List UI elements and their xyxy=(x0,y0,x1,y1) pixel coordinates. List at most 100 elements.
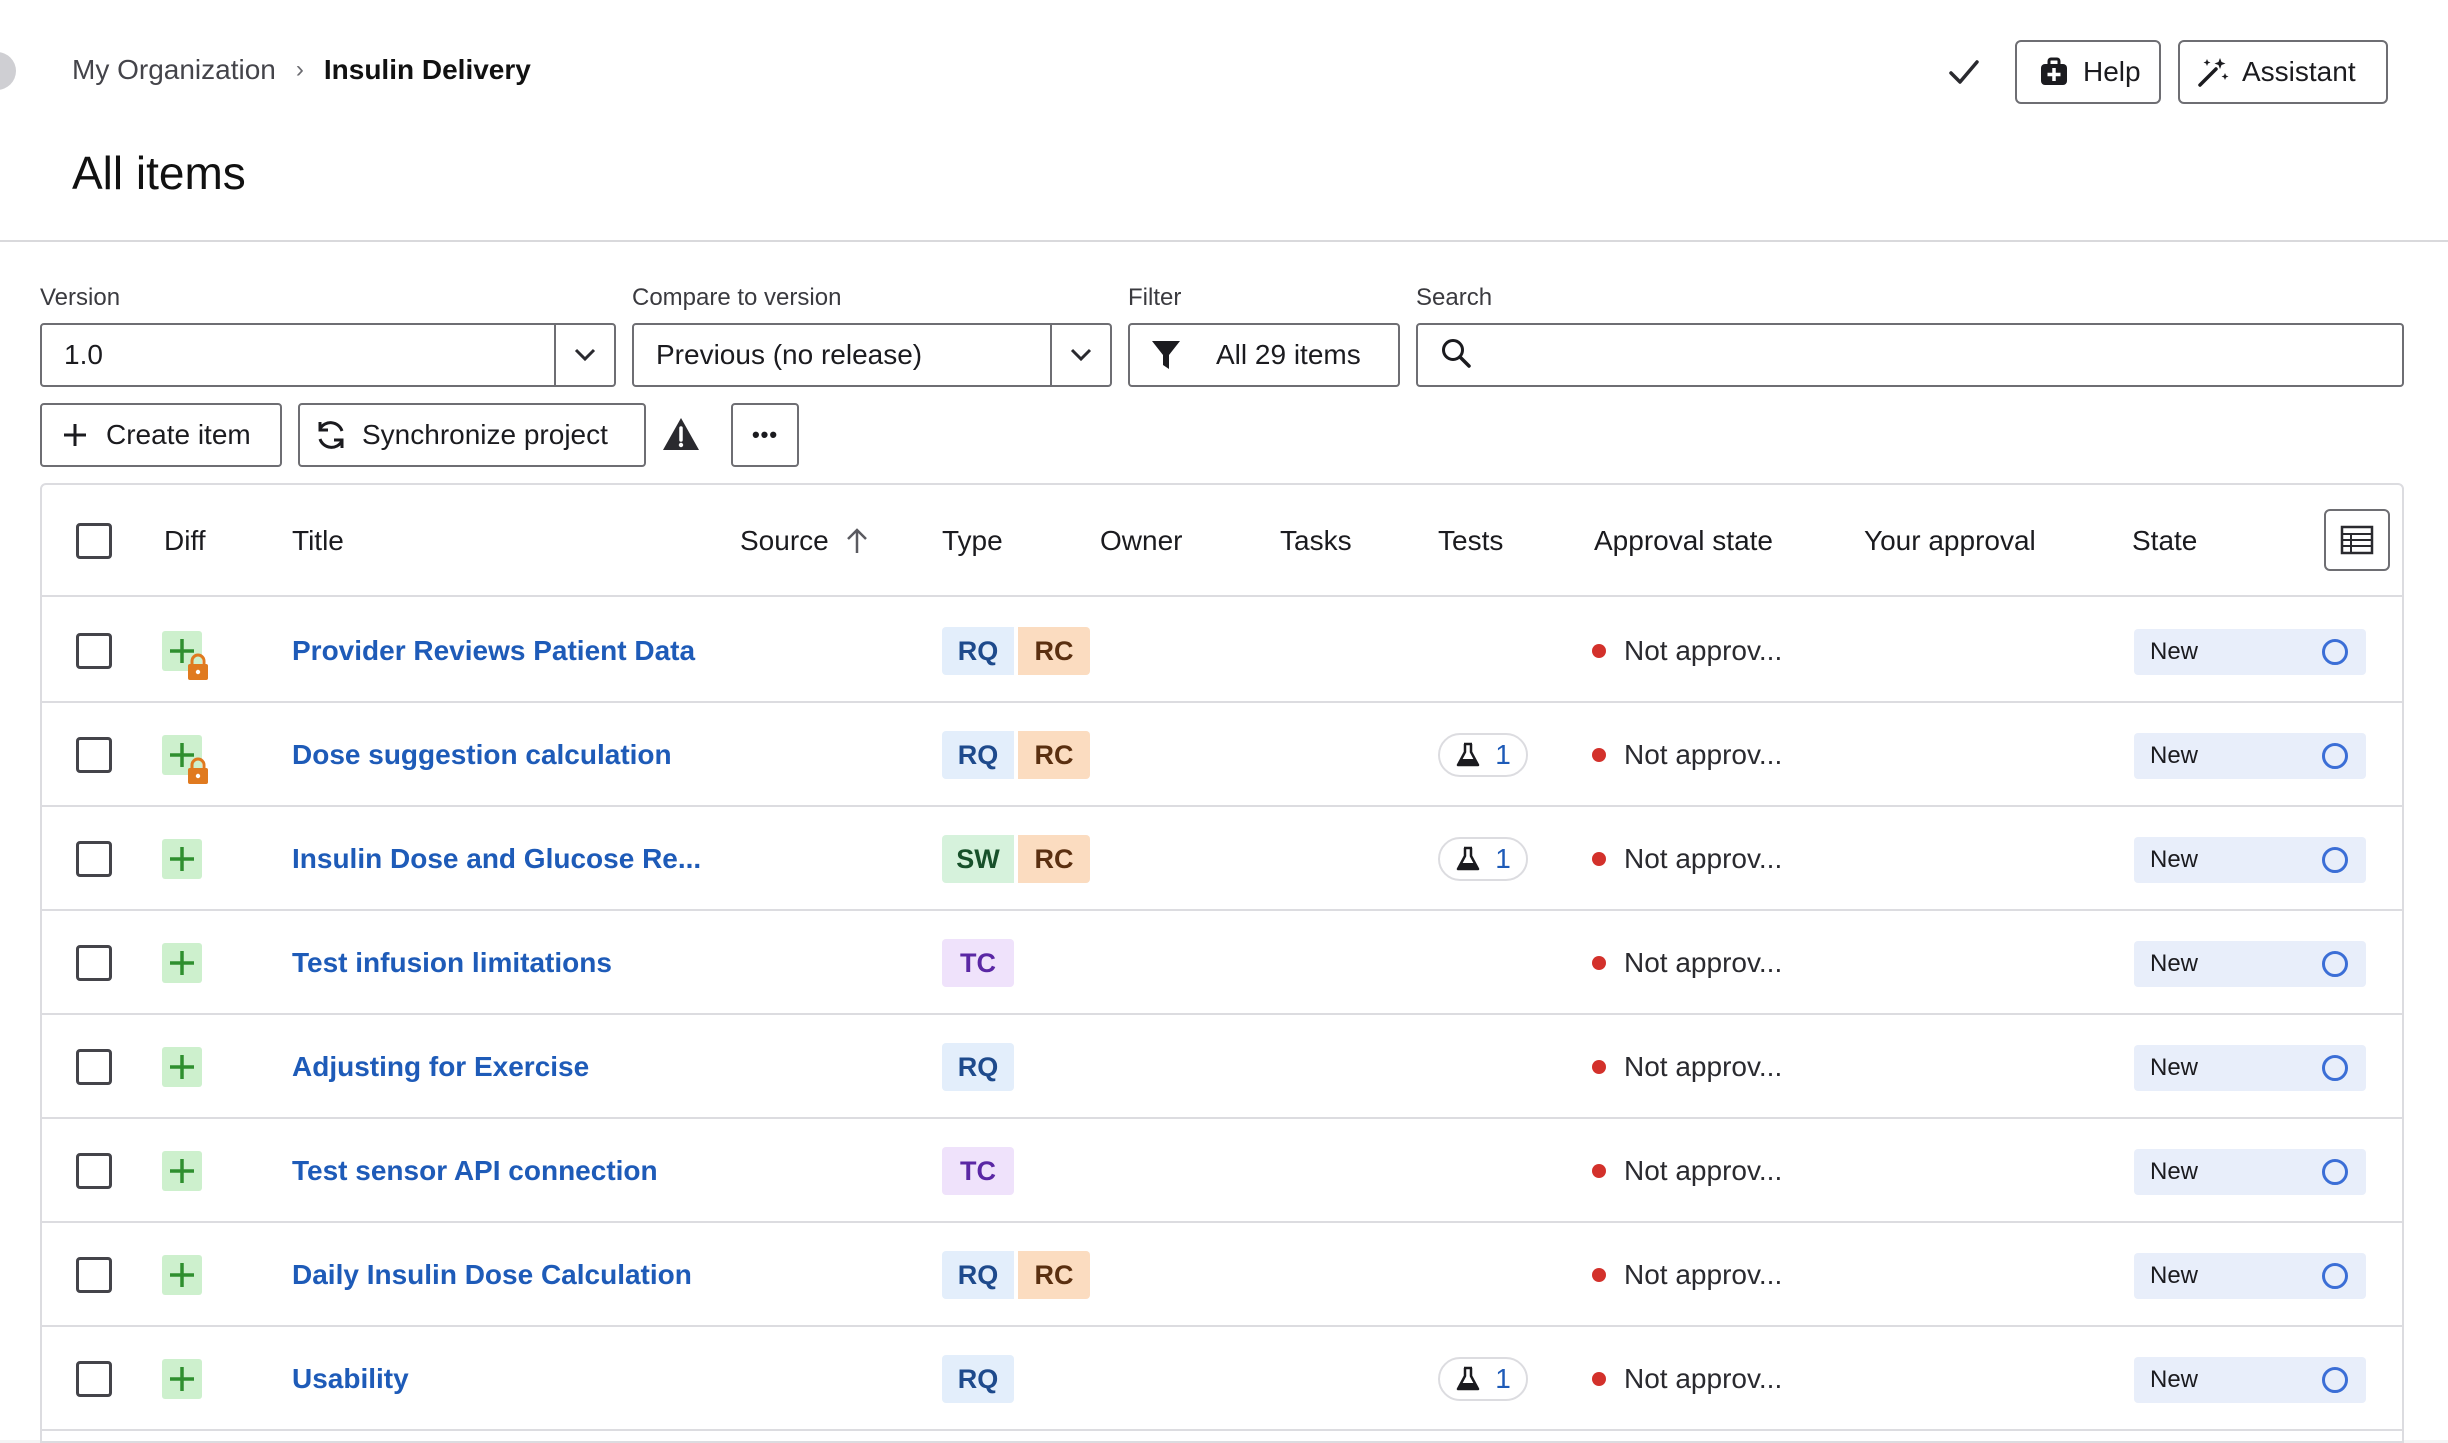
search-input[interactable] xyxy=(1488,325,2402,385)
create-item-button[interactable]: Create item xyxy=(40,403,282,467)
page-title: All items xyxy=(72,147,246,199)
approval-text: Not approv... xyxy=(1624,739,1783,770)
item-title-link[interactable]: Usability xyxy=(292,1327,409,1431)
state-badge[interactable]: New xyxy=(2134,837,2366,883)
row-checkbox[interactable] xyxy=(76,1049,112,1085)
chevron-down-icon[interactable] xyxy=(554,325,614,385)
assistant-button[interactable]: Assistant xyxy=(2178,40,2388,104)
item-types: RQ RC xyxy=(942,731,1090,779)
tests-badge[interactable]: 1 xyxy=(1438,733,1528,777)
column-title[interactable]: Title xyxy=(292,485,344,597)
status-dot xyxy=(1592,956,1606,970)
version-value: 1.0 xyxy=(64,339,103,370)
approval-state: Not approv... xyxy=(1592,1015,1782,1119)
column-state[interactable]: State xyxy=(2132,485,2197,597)
column-diff[interactable]: Diff xyxy=(164,485,206,597)
row-checkbox[interactable] xyxy=(76,945,112,981)
assistant-label: Assistant xyxy=(2242,56,2356,87)
compare-label: Compare to version xyxy=(632,284,842,311)
state-badge[interactable]: New xyxy=(2134,941,2366,987)
state-badge[interactable]: New xyxy=(2134,733,2366,779)
column-tests[interactable]: Tests xyxy=(1438,485,1503,597)
table-row[interactable]: Dose suggestion calculation RQ RC 1 Not appr… xyxy=(42,703,2402,807)
table-row[interactable]: Test sensor API connection TC Not approv..… xyxy=(42,1119,2402,1223)
column-owner[interactable]: Owner xyxy=(1100,485,1182,597)
synchronize-project-label: Synchronize project xyxy=(362,419,608,450)
state-text: New xyxy=(2150,846,2199,873)
select-all-checkbox[interactable] xyxy=(76,523,112,559)
more-actions-button[interactable]: ••• xyxy=(731,403,799,467)
status-dot xyxy=(1592,1164,1606,1178)
row-checkbox[interactable] xyxy=(76,737,112,773)
version-label: Version xyxy=(40,284,121,311)
help-label: Help xyxy=(2083,56,2141,87)
state-badge[interactable]: New xyxy=(2134,1253,2366,1299)
approval-state: Not approv... xyxy=(1592,1119,1782,1223)
item-title-link[interactable]: Insulin Dose and Glucose Re... xyxy=(292,807,701,911)
table-row[interactable]: Daily Insulin Dose Calculation RQ RC Not ap… xyxy=(42,1223,2402,1327)
item-types: RQ xyxy=(942,1043,1014,1091)
table-settings-icon[interactable] xyxy=(2324,509,2390,571)
column-type[interactable]: Type xyxy=(942,485,1003,597)
state-badge[interactable]: New xyxy=(2134,629,2366,675)
approval-text: Not approv... xyxy=(1624,1363,1783,1394)
item-title-link[interactable]: Test sensor API connection xyxy=(292,1119,658,1223)
row-checkbox[interactable] xyxy=(76,1257,112,1293)
row-checkbox[interactable] xyxy=(76,1361,112,1397)
approval-state: Not approv... xyxy=(1592,1223,1782,1327)
row-checkbox[interactable] xyxy=(76,633,112,669)
filter-button[interactable]: All 29 items xyxy=(1128,323,1400,387)
state-badge[interactable]: New xyxy=(2134,1357,2366,1403)
row-checkbox[interactable] xyxy=(76,1153,112,1189)
table-row[interactable]: Adjusting for Exercise RQ Not approv... New xyxy=(42,1015,2402,1119)
warning-icon[interactable] xyxy=(662,416,700,454)
check-icon[interactable] xyxy=(1944,50,1984,94)
item-types: TC xyxy=(942,939,1014,987)
compare-value: Previous (no release) xyxy=(656,339,923,370)
state-text: New xyxy=(2150,742,2199,769)
status-dot xyxy=(1592,644,1606,658)
breadcrumb-org[interactable]: My Organization xyxy=(72,54,276,86)
version-select[interactable]: 1.0 xyxy=(40,323,616,387)
status-dot xyxy=(1592,1060,1606,1074)
tests-badge[interactable]: 1 xyxy=(1438,1357,1528,1401)
breadcrumb-separator: › xyxy=(295,56,304,83)
table-row[interactable]: Test infusion limitations TC Not approv...… xyxy=(42,911,2402,1015)
search-field[interactable] xyxy=(1416,323,2404,387)
state-badge[interactable]: New xyxy=(2134,1149,2366,1195)
table-row[interactable]: Usability RQ 1 Not approv... New xyxy=(42,1327,2402,1431)
items-table: Diff Title Source Type Owner Tasks Tests… xyxy=(40,483,2404,1443)
circle-icon xyxy=(2322,847,2348,873)
filter-label: Filter xyxy=(1128,284,1182,311)
circle-icon xyxy=(2322,1263,2348,1289)
tests-count: 1 xyxy=(1495,843,1511,874)
approval-state: Not approv... xyxy=(1592,807,1782,911)
column-source[interactable]: Source xyxy=(740,485,869,597)
item-title-link[interactable]: Dose suggestion calculation xyxy=(292,703,672,807)
item-title-link[interactable]: Test infusion limitations xyxy=(292,911,612,1015)
column-approval-state[interactable]: Approval state xyxy=(1594,485,1773,597)
chevron-down-icon[interactable] xyxy=(1050,325,1110,385)
plus-icon xyxy=(58,418,92,452)
column-your-approval[interactable]: Your approval xyxy=(1864,485,2036,597)
table-row[interactable]: Insulin Dose and Glucose Re... SW RC 1 Not a… xyxy=(42,807,2402,911)
item-types: RQ RC xyxy=(942,1251,1090,1299)
item-title-link[interactable]: Adjusting for Exercise xyxy=(292,1015,589,1119)
synchronize-project-button[interactable]: Synchronize project xyxy=(298,403,646,467)
state-badge[interactable]: New xyxy=(2134,1045,2366,1091)
column-tasks[interactable]: Tasks xyxy=(1280,485,1352,597)
sync-icon xyxy=(314,418,348,452)
help-button[interactable]: Help xyxy=(2015,40,2161,104)
item-title-link[interactable]: Provider Reviews Patient Data xyxy=(292,599,695,703)
circle-icon xyxy=(2322,639,2348,665)
approval-state: Not approv... xyxy=(1592,703,1782,807)
table-header: Diff Title Source Type Owner Tasks Tests… xyxy=(42,485,2402,597)
compare-select[interactable]: Previous (no release) xyxy=(632,323,1112,387)
window-edge-indicator xyxy=(0,52,16,90)
approval-text: Not approv... xyxy=(1624,635,1783,666)
row-checkbox[interactable] xyxy=(76,841,112,877)
diff-added-icon xyxy=(162,1255,202,1295)
table-row[interactable]: Provider Reviews Patient Data RQ RC Not app… xyxy=(42,599,2402,703)
tests-badge[interactable]: 1 xyxy=(1438,837,1528,881)
item-title-link[interactable]: Daily Insulin Dose Calculation xyxy=(292,1223,692,1327)
